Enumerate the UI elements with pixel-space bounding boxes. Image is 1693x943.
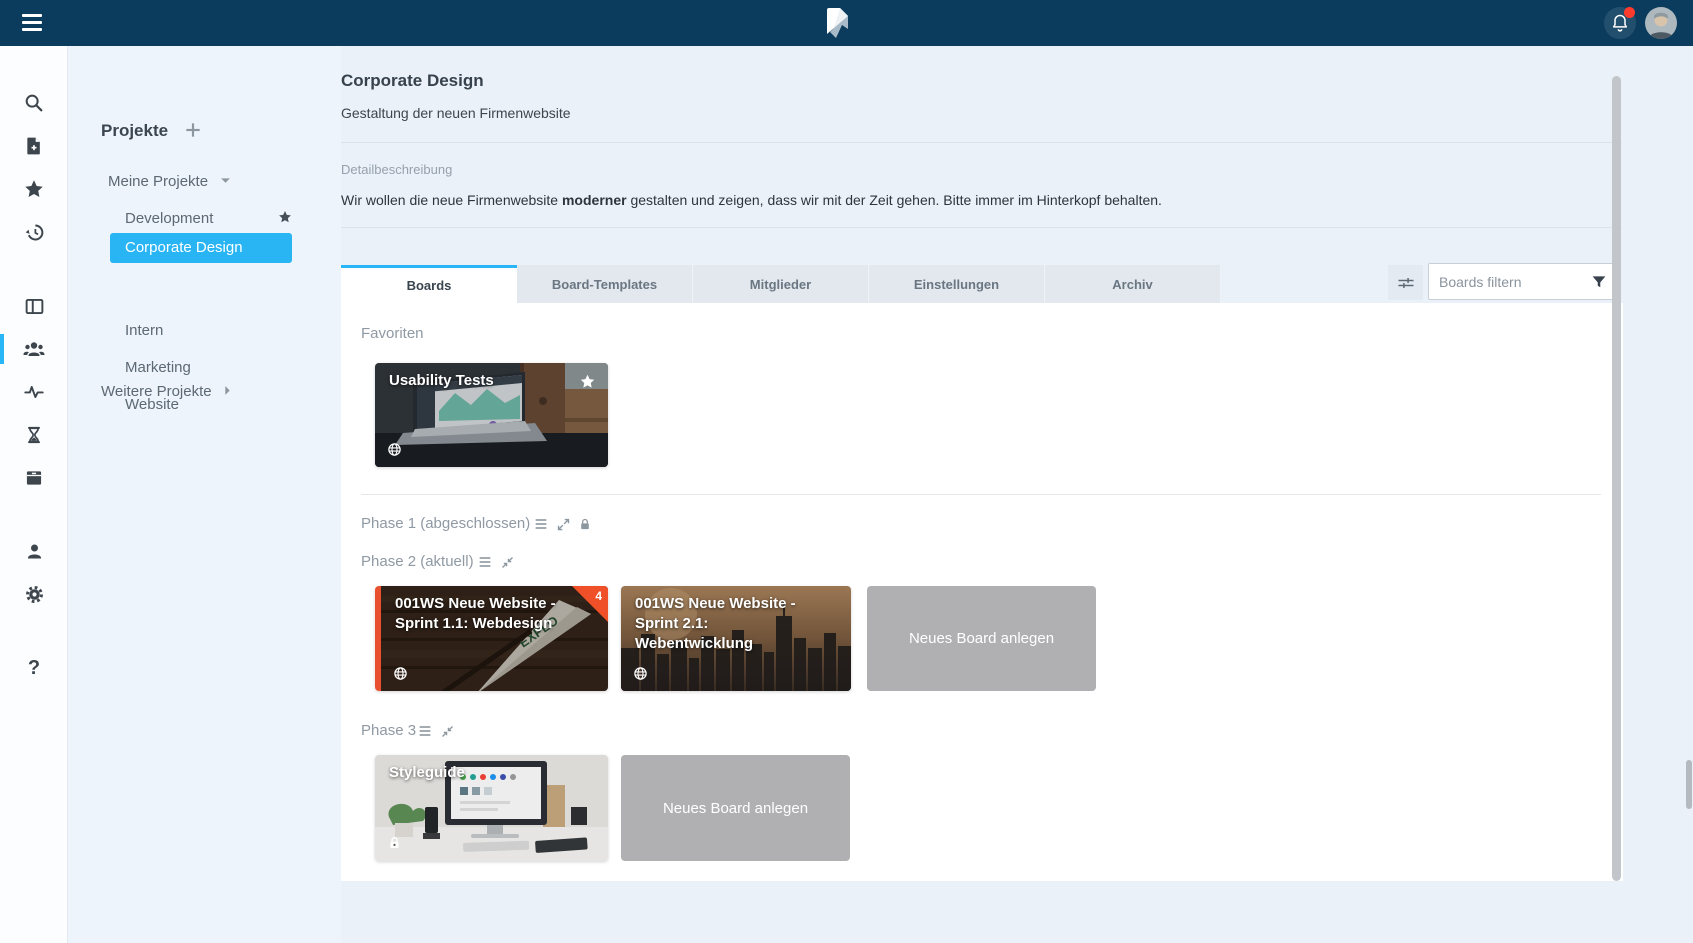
- sidebar-item-corporate-design[interactable]: Corporate Design: [110, 233, 292, 263]
- list-icon[interactable]: [477, 554, 493, 570]
- history-icon[interactable]: [19, 217, 49, 247]
- divider: [341, 142, 1622, 143]
- pin-logo: [824, 7, 851, 39]
- project-star-icon[interactable]: [277, 209, 293, 225]
- menu-icon[interactable]: [22, 14, 42, 31]
- tune-sliders-icon: [1396, 273, 1416, 293]
- board-card-sprint-1-1[interactable]: EXPLO 001WS Neue Website - Sprint 1.1: W…: [375, 586, 608, 691]
- more-projects-toggle[interactable]: Weitere Projekte: [101, 383, 231, 400]
- board-tabs: Boards Board-Templates Mitglieder Einste…: [341, 265, 1221, 303]
- collapse-icon[interactable]: [440, 724, 455, 739]
- projects-panel: Projekte Meine Projekte Development Cons…: [68, 46, 341, 943]
- boards-filter: [1428, 263, 1618, 300]
- profile-icon[interactable]: [19, 536, 49, 566]
- page-subtitle: Gestaltung der neuen Firmenwebsite: [341, 105, 571, 121]
- avatar-image: [1645, 7, 1677, 39]
- board-card-styleguide[interactable]: Styleguide: [375, 755, 608, 861]
- add-project-icon[interactable]: [183, 120, 203, 140]
- section-label-phase2: Phase 2 (aktuell): [361, 553, 474, 570]
- board-card-title: 001WS Neue Website - Sprint 1.1: Webdesi…: [395, 594, 570, 634]
- filter-funnel-icon[interactable]: [1590, 273, 1608, 291]
- projects-title: Projekte: [101, 121, 168, 141]
- new-board-button-phase2[interactable]: Neues Board anlegen: [867, 586, 1096, 691]
- board-card-title: 001WS Neue Website - Sprint 2.1: Webentw…: [635, 594, 825, 654]
- settings-gear-icon[interactable]: [19, 579, 49, 609]
- tab-boards[interactable]: Boards: [341, 265, 517, 303]
- tab-archiv[interactable]: Archiv: [1045, 265, 1221, 303]
- favorites-star-icon[interactable]: [19, 174, 49, 204]
- team-icon[interactable]: [19, 334, 49, 364]
- boards-icon[interactable]: [19, 291, 49, 321]
- tab-einstellungen[interactable]: Einstellungen: [869, 265, 1045, 303]
- lock-icon: [387, 835, 402, 851]
- favorite-star-icon[interactable]: [579, 373, 596, 390]
- tab-mitglieder[interactable]: Mitglieder: [693, 265, 869, 303]
- project-group-label: Meine Projekte: [108, 173, 208, 190]
- detail-description-label: Detailbeschreibung: [341, 162, 452, 177]
- project-description: Wir wollen die neue Firmenwebsite modern…: [341, 192, 1162, 208]
- list-icon[interactable]: [533, 516, 549, 532]
- section-label-phase1: Phase 1 (abgeschlossen): [361, 515, 530, 532]
- notification-badge: [1624, 7, 1635, 18]
- view-options-button[interactable]: [1388, 265, 1423, 300]
- collapse-icon[interactable]: [500, 555, 515, 570]
- project-group-toggle[interactable]: Meine Projekte: [108, 173, 231, 190]
- sidebar-item-intern[interactable]: Intern: [125, 322, 163, 339]
- top-bar: [0, 0, 1693, 46]
- globe-icon: [633, 666, 648, 681]
- list-icon[interactable]: [417, 723, 433, 739]
- sidebar-item-development[interactable]: Development: [125, 210, 213, 227]
- notification-bell-button[interactable]: [1604, 7, 1636, 39]
- chevron-right-icon: [224, 385, 231, 396]
- activity-icon[interactable]: [19, 377, 49, 407]
- globe-icon: [393, 666, 408, 681]
- boards-content: Favoriten: [341, 303, 1623, 881]
- lock-icon[interactable]: [578, 517, 592, 532]
- hourglass-icon[interactable]: [19, 420, 49, 450]
- icon-rail: ?: [0, 46, 68, 943]
- chevron-down-icon: [220, 177, 231, 184]
- notification-count-badge: [572, 586, 608, 622]
- phase3-header-icons: [417, 723, 455, 739]
- board-card-title: Styleguide: [389, 763, 465, 783]
- board-card-sprint-2-1[interactable]: 001WS Neue Website - Sprint 2.1: Webentw…: [621, 586, 851, 691]
- globe-icon: [387, 442, 402, 457]
- tab-board-templates[interactable]: Board-Templates: [517, 265, 693, 303]
- app-root: ? Projekte Meine Projekte Development Co…: [0, 0, 1693, 943]
- user-avatar[interactable]: [1645, 7, 1677, 39]
- section-label-phase3: Phase 3: [361, 722, 416, 739]
- page-title: Corporate Design: [341, 71, 484, 91]
- board-card-title: Usability Tests: [389, 371, 494, 391]
- board-card-usability-tests[interactable]: Usability Tests: [375, 363, 608, 467]
- page-scrollbar[interactable]: [1686, 760, 1692, 809]
- active-rail-indicator: [0, 334, 4, 364]
- content-scrollbar[interactable]: [1612, 76, 1621, 881]
- search-icon[interactable]: [19, 88, 49, 118]
- boards-filter-input[interactable]: [1439, 265, 1584, 298]
- phase2-header-icons: [477, 554, 515, 570]
- sidebar-item-marketing[interactable]: Marketing: [125, 359, 191, 376]
- help-icon[interactable]: ?: [19, 653, 49, 683]
- create-document-icon[interactable]: [19, 131, 49, 161]
- phase1-header-icons: [533, 516, 592, 532]
- divider: [341, 227, 1622, 228]
- new-board-button-phase3[interactable]: Neues Board anlegen: [621, 755, 850, 861]
- divider: [361, 494, 1601, 495]
- section-label-favoriten: Favoriten: [361, 325, 424, 342]
- archive-icon[interactable]: [19, 463, 49, 493]
- expand-icon[interactable]: [556, 517, 571, 532]
